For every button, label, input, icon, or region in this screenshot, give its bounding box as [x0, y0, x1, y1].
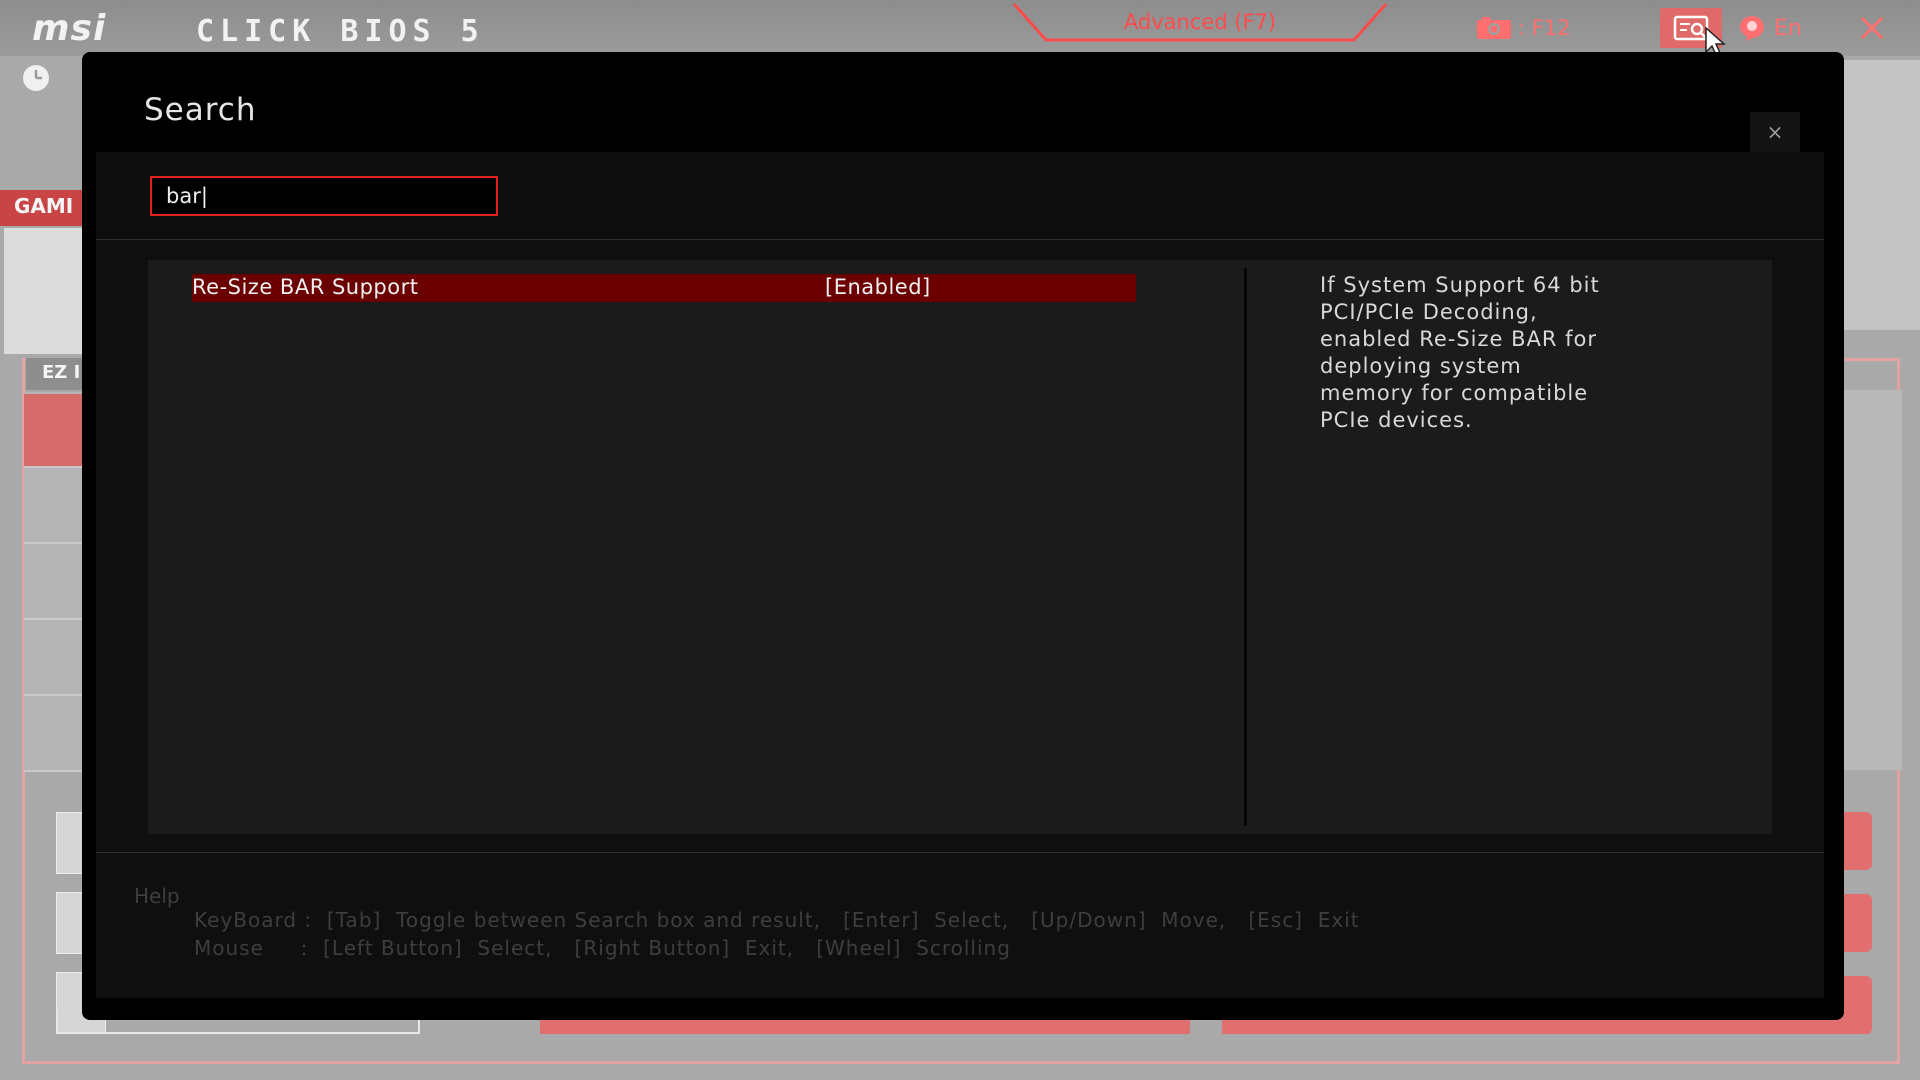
- dialog-title: Search: [144, 92, 257, 128]
- top-bar: msi CLICK BIOS 5 Advanced (F7) : F12 En: [0, 0, 1920, 56]
- background-toggle: [1842, 894, 1872, 952]
- close-icon: [1860, 16, 1884, 40]
- advanced-mode-tab[interactable]: Advanced (F7): [1010, 0, 1390, 42]
- msi-logo: msi: [32, 8, 107, 49]
- help-title: Help: [134, 884, 180, 908]
- dialog-close-button[interactable]: ×: [1750, 112, 1800, 152]
- globe-icon: [1740, 16, 1764, 41]
- search-input[interactable]: [150, 176, 498, 216]
- camera-icon: [1477, 17, 1511, 39]
- result-value: [Enabled]: [825, 275, 931, 299]
- search-dialog: Search × Re-Size BAR Support [Enabled] I…: [82, 52, 1844, 1020]
- clock-icon: [23, 65, 49, 91]
- result-row[interactable]: Re-Size BAR Support [Enabled]: [192, 274, 1136, 302]
- search-bar: [96, 152, 1824, 240]
- advanced-mode-label: Advanced (F7): [1123, 10, 1277, 34]
- background-panel: [1842, 60, 1920, 330]
- background-toggle: [1842, 812, 1872, 870]
- setting-description: If System Support 64 bit PCI/PCIe Decodi…: [1320, 273, 1600, 432]
- close-app-button[interactable]: [1852, 8, 1892, 48]
- help-mouse-text: Mouse : [Left Button] Select, [Right But…: [194, 936, 1011, 960]
- result-name: Re-Size BAR Support: [192, 275, 419, 299]
- close-icon: ×: [1766, 120, 1784, 144]
- panel-divider: [1244, 268, 1247, 826]
- results-panel: Re-Size BAR Support [Enabled] If System …: [148, 260, 1772, 834]
- background-panel: [1842, 390, 1902, 770]
- divider: [96, 852, 1824, 853]
- language-label: En: [1774, 15, 1802, 41]
- screenshot-button[interactable]: : F12: [1476, 12, 1571, 44]
- language-button[interactable]: En: [1736, 12, 1802, 44]
- dialog-body: Re-Size BAR Support [Enabled] If System …: [96, 152, 1824, 998]
- help-keyboard-text: KeyBoard : [Tab] Toggle between Search b…: [194, 908, 1360, 932]
- product-name: CLICK BIOS 5: [196, 14, 485, 49]
- screenshot-key-label: : F12: [1518, 16, 1571, 40]
